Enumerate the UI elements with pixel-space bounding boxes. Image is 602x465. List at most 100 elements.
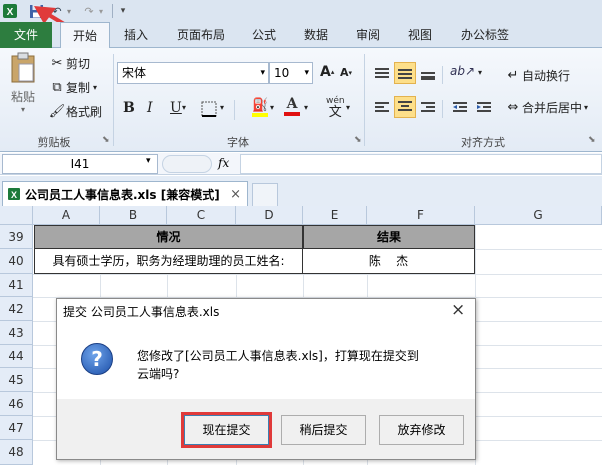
row-header[interactable]: 42 xyxy=(0,297,33,321)
row-header[interactable]: 41 xyxy=(0,274,33,297)
discard-changes-button[interactable]: 放弃修改 xyxy=(379,415,464,445)
paste-label: 粘贴 xyxy=(10,90,35,104)
cell-answer[interactable]: 陈 杰 xyxy=(303,249,475,274)
italic-button[interactable]: I xyxy=(147,100,153,116)
column-header[interactable]: C xyxy=(167,206,236,225)
align-top-icon[interactable] xyxy=(372,64,392,84)
copy-icon: ⧉ xyxy=(52,79,62,95)
row-header[interactable]: 48 xyxy=(0,440,33,465)
borders-dropdown-icon[interactable]: ▾ xyxy=(220,103,224,112)
orientation-icon[interactable]: ab↗ xyxy=(450,64,475,78)
align-bottom-icon[interactable] xyxy=(418,64,438,84)
font-color-dropdown-icon[interactable]: ▾ xyxy=(304,103,308,112)
formula-input[interactable] xyxy=(240,154,602,174)
tab-insert[interactable]: 插入 xyxy=(116,22,156,48)
cell-question[interactable]: 具有硕士学历，职务为经理助理的员工姓名: xyxy=(34,249,303,274)
workbook-tab[interactable]: X 公司员工人事信息表.xls [兼容模式] × xyxy=(2,181,248,206)
column-header[interactable]: E xyxy=(303,206,367,225)
name-box[interactable]: I41 xyxy=(2,154,158,174)
fill-color-dropdown-icon[interactable]: ▾ xyxy=(270,103,274,112)
tab-data[interactable]: 数据 xyxy=(296,22,336,48)
grow-font-icon[interactable]: A ▴ xyxy=(320,64,334,80)
submit-dialog: 提交 公司员工人事信息表.xls × ? 您修改了[公司员工人事信息表.xls]… xyxy=(56,298,476,460)
shrink-font-icon[interactable]: A ▾ xyxy=(340,66,352,79)
toolbar-divider xyxy=(442,100,443,118)
gridline xyxy=(475,249,602,250)
formula-bar: I41 ▾ fx xyxy=(0,153,602,175)
cell-situation-header[interactable]: 情况 xyxy=(34,225,303,249)
row-header[interactable]: 39 xyxy=(0,225,33,249)
row-header[interactable]: 44 xyxy=(0,345,33,368)
font-size-combo[interactable]: 10 ▾ xyxy=(269,62,313,84)
paste-button[interactable]: 粘贴 ▾ xyxy=(6,52,40,126)
tab-file[interactable]: 文件 xyxy=(0,22,52,48)
submit-later-button[interactable]: 稍后提交 xyxy=(281,415,366,445)
merge-dropdown-icon: ▾ xyxy=(584,102,589,112)
underline-button[interactable]: U xyxy=(170,100,182,116)
font-name-dropdown-icon[interactable]: ▾ xyxy=(260,63,265,83)
align-left-icon[interactable] xyxy=(372,98,392,118)
wrap-text-button[interactable]: ↵ 自动换行 xyxy=(504,66,570,84)
row-header[interactable]: 40 xyxy=(0,249,33,274)
phonetic-button[interactable]: wén 文 xyxy=(326,96,345,119)
align-right-icon[interactable] xyxy=(418,98,438,118)
excel-file-icon: X xyxy=(8,188,20,200)
tab-home[interactable]: 开始 xyxy=(60,22,110,49)
font-color-button[interactable]: A xyxy=(284,96,300,116)
wrap-text-icon: ↵ xyxy=(507,67,519,83)
borders-icon[interactable] xyxy=(198,98,220,120)
ribbon-tab-bar: 文件 开始 插入 页面布局 公式 数据 审阅 视图 办公标签 xyxy=(0,22,602,49)
workbook-tab-bar: X 公司员工人事信息表.xls [兼容模式] × xyxy=(0,176,602,206)
font-size-dropdown-icon[interactable]: ▾ xyxy=(304,63,309,83)
svg-text:X: X xyxy=(7,7,14,18)
orientation-dropdown-icon[interactable]: ▾ xyxy=(478,68,482,77)
copy-label: 复制 xyxy=(66,80,91,95)
excel-icon: X xyxy=(2,3,18,19)
close-tab-icon[interactable]: × xyxy=(230,187,241,202)
underline-dropdown-icon[interactable]: ▾ xyxy=(182,103,186,112)
row-header[interactable]: 46 xyxy=(0,392,33,416)
font-name-combo[interactable]: 宋体 ▾ xyxy=(117,62,269,84)
font-size-value: 10 xyxy=(274,66,290,80)
dialog-message-line2: 云端吗? xyxy=(137,367,180,381)
tab-page-layout[interactable]: 页面布局 xyxy=(168,22,234,48)
row-header[interactable]: 45 xyxy=(0,368,33,392)
cell-result-header[interactable]: 结果 xyxy=(303,225,475,249)
row-header[interactable]: 43 xyxy=(0,321,33,345)
increase-indent-icon[interactable] xyxy=(474,98,494,118)
phonetic-dropdown-icon[interactable]: ▾ xyxy=(346,103,350,112)
row-header[interactable]: 47 xyxy=(0,416,33,440)
bold-button[interactable]: B xyxy=(123,100,135,116)
merge-cells-icon: ⇔ xyxy=(507,99,519,115)
tab-review[interactable]: 审阅 xyxy=(348,22,388,48)
cut-button[interactable]: ✂ 剪切 xyxy=(48,54,90,72)
font-launcher-icon[interactable]: ⬊ xyxy=(354,135,362,145)
name-box-value: I41 xyxy=(70,157,90,171)
wrap-text-label: 自动换行 xyxy=(522,68,571,83)
insert-function-icon[interactable]: fx xyxy=(218,156,229,170)
column-header[interactable]: G xyxy=(475,206,602,225)
formula-bar-handle[interactable] xyxy=(162,155,212,173)
select-all-corner[interactable] xyxy=(0,206,33,225)
font-name-value: 宋体 xyxy=(122,66,147,80)
column-header[interactable]: B xyxy=(100,206,167,225)
new-tab-button[interactable] xyxy=(252,183,278,206)
column-header[interactable]: F xyxy=(367,206,475,225)
clipboard-launcher-icon[interactable]: ⬊ xyxy=(102,135,110,145)
tab-formulas[interactable]: 公式 xyxy=(244,22,284,48)
column-header[interactable]: D xyxy=(236,206,303,225)
align-center-icon[interactable] xyxy=(394,96,416,118)
merge-center-button[interactable]: ⇔ 合并后居中 ▾ xyxy=(504,98,588,116)
decrease-indent-icon[interactable] xyxy=(450,98,470,118)
copy-button[interactable]: ⧉ 复制 ▾ xyxy=(48,78,97,96)
dialog-close-icon[interactable]: × xyxy=(451,300,465,320)
alignment-launcher-icon[interactable]: ⬊ xyxy=(588,135,596,145)
tab-view[interactable]: 视图 xyxy=(400,22,440,48)
column-header[interactable]: A xyxy=(33,206,100,225)
align-middle-icon[interactable] xyxy=(394,62,416,84)
format-painter-button[interactable]: 🖌 格式刷 xyxy=(48,102,102,120)
fill-color-button[interactable]: ⛽ xyxy=(252,98,268,117)
tab-office-tabs[interactable]: 办公标签 xyxy=(452,22,518,48)
workbook-tab-title: 公司员工人事信息表.xls [兼容模式] xyxy=(25,187,220,202)
name-box-dropdown-icon[interactable]: ▾ xyxy=(146,156,151,166)
